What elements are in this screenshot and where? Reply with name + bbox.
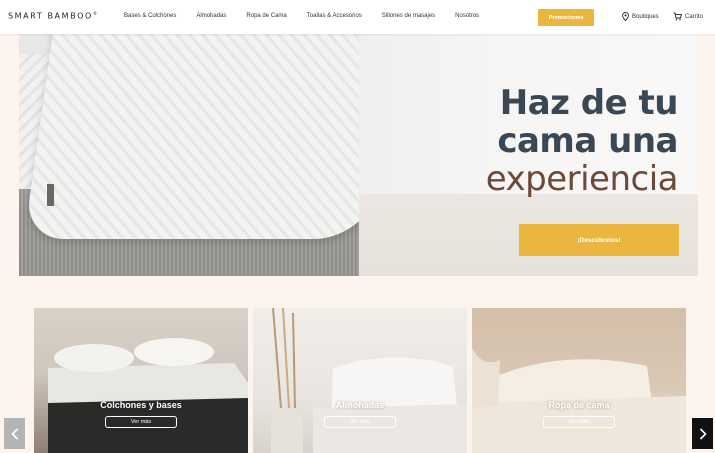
category-label-almohadas: Almohadas [335,400,385,410]
chevron-left-icon [10,427,18,440]
category-label-ropa-de-cama: Ropa de cama [548,400,610,410]
cart-link[interactable]: Carrito [673,12,703,21]
nav-item-toallas-accesorios[interactable]: Toallas & Accesorios [307,13,362,19]
pillow-illustration [271,308,467,453]
category-card-ropa-de-cama[interactable]: Ropa de cama Ver más [472,308,686,453]
promotions-button[interactable]: Promociones [538,9,594,26]
nav-item-bases-colchones[interactable]: Bases & Colchones [124,13,176,19]
hero-bed-photo [19,34,405,276]
registered-mark: ® [92,11,97,16]
location-pin-icon [622,12,629,21]
discover-button[interactable]: ¡Descúbrelos! [519,224,679,256]
see-more-button[interactable]: Ver más [105,416,177,428]
category-image-ropa-de-cama [472,308,686,453]
bed-leg [47,184,54,206]
cart-label: Carrito [685,13,704,20]
category-carousel: Colchones y bases Ver más Almohadas Ver … [34,308,686,453]
carousel-next-button[interactable] [692,418,713,449]
top-navigation-bar: SMART BAMBOO® Bases & Colchones Almohada… [0,0,715,34]
category-card-almohadas[interactable]: Almohadas Ver más [253,308,467,453]
hero-headline: Haz de tu cama una experiencia [485,83,679,199]
nav-item-ropa-de-cama[interactable]: Ropa de Cama [246,13,286,19]
cart-icon [673,12,682,21]
see-more-button[interactable]: Ver más [543,416,615,428]
main-menu: Bases & Colchones Almohadas Ropa de Cama… [124,13,479,19]
boutiques-label: Boutiques [632,13,659,20]
category-image-colchones [34,308,248,453]
boutiques-link[interactable]: Boutiques [622,12,659,21]
brand-logo-text: SMART BAMBOO [8,11,93,21]
see-more-button[interactable]: Ver más [324,416,396,428]
bedding-illustration [472,348,686,453]
nav-item-nosotros[interactable]: Nosotros [455,13,479,19]
nav-item-sillones-masajes[interactable]: Sillones de masajes [382,13,435,19]
bed-quilt [23,34,405,239]
carousel-prev-button[interactable] [4,418,25,449]
hero-headline-line2: cama una [497,121,678,161]
hero-headline-line1: Haz de tu [499,83,679,123]
mattress-illustration [48,338,248,453]
brand-logo[interactable]: SMART BAMBOO® [8,11,97,21]
nav-item-almohadas[interactable]: Almohadas [196,13,226,19]
category-image-almohadas [253,308,467,453]
hero-banner: Haz de tu cama una experiencia ¡Descúbre… [19,34,698,276]
category-label-colchones: Colchones y bases [100,400,182,410]
category-card-colchones[interactable]: Colchones y bases Ver más [34,308,248,453]
chevron-right-icon [699,427,707,440]
hero-headline-line3: experiencia [485,159,679,199]
